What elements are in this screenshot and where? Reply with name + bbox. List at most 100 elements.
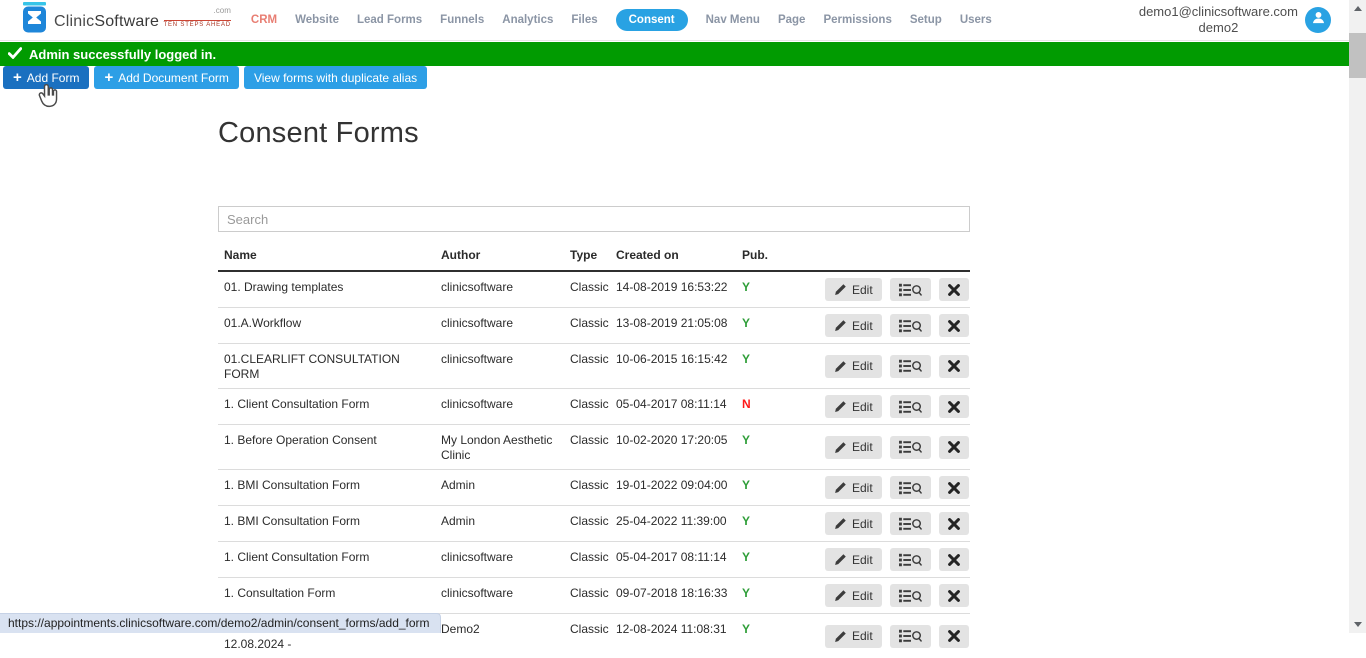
list-search-icon: [899, 359, 922, 373]
search-input[interactable]: [218, 206, 970, 232]
delete-button[interactable]: [939, 476, 969, 499]
logo-suffix: .com: [214, 7, 231, 15]
edit-button-label: Edit: [852, 629, 873, 643]
cell-pub: N: [736, 389, 819, 425]
clinicsoftware-logo[interactable]: ClinicSoftware .com TEN STEPS AHEAD: [22, 2, 231, 38]
x-icon: [948, 441, 960, 453]
delete-button[interactable]: [939, 625, 969, 648]
user-email: demo1@clinicsoftware.com: [1139, 4, 1298, 20]
delete-button[interactable]: [939, 395, 969, 418]
table-row: 1. Consultation Form clinicsoftware Clas…: [218, 578, 970, 614]
edit-button[interactable]: Edit: [825, 548, 882, 571]
cell-actions: Edit: [819, 308, 970, 344]
nav-menu: CRM Website Lead Forms Funnels Analytics File…: [251, 9, 992, 31]
edit-button[interactable]: Edit: [825, 476, 882, 499]
x-icon: [948, 482, 960, 494]
edit-button[interactable]: Edit: [825, 395, 882, 418]
cell-pub: Y: [736, 271, 819, 308]
logo-tagline: TEN STEPS AHEAD: [164, 20, 231, 28]
nav-item-consent[interactable]: Consent: [616, 9, 688, 31]
list-search-icon: [899, 517, 922, 531]
cell-actions: Edit: [819, 542, 970, 578]
nav-item-files[interactable]: Files: [571, 14, 597, 26]
list-search-button[interactable]: [890, 355, 931, 378]
list-search-button[interactable]: [890, 436, 931, 459]
delete-button[interactable]: [939, 355, 969, 378]
edit-button[interactable]: Edit: [825, 278, 882, 301]
triangle-down-icon: [1354, 622, 1362, 627]
edit-button-label: Edit: [852, 589, 873, 603]
plus-icon: +: [13, 70, 22, 85]
scroll-down-button[interactable]: [1349, 616, 1366, 633]
list-search-button[interactable]: [890, 548, 931, 571]
cell-author: Demo2: [435, 614, 564, 658]
delete-button[interactable]: [939, 584, 969, 607]
edit-button[interactable]: Edit: [825, 625, 882, 648]
nav-item-crm[interactable]: CRM: [251, 14, 277, 26]
toolbar: +Add Form+Add Document Form View forms wi…: [3, 66, 427, 89]
edit-button[interactable]: Edit: [825, 314, 882, 337]
edit-button-label: Edit: [852, 553, 873, 567]
list-search-button[interactable]: [890, 512, 931, 535]
list-search-button[interactable]: [890, 314, 931, 337]
list-search-icon: [899, 319, 922, 333]
cell-type: Classic: [564, 344, 610, 389]
x-icon: [948, 401, 960, 413]
pencil-icon: [834, 283, 847, 296]
nav-item-users[interactable]: Users: [960, 14, 992, 26]
list-search-button[interactable]: [890, 395, 931, 418]
nav-item-website[interactable]: Website: [295, 14, 339, 26]
table-row: 1. BMI Consultation Form Admin Classic 2…: [218, 506, 970, 542]
person-icon: [1311, 10, 1326, 30]
view-forms-with-duplicate-alias-button[interactable]: View forms with duplicate alias: [244, 66, 427, 89]
vertical-scrollbar[interactable]: [1349, 0, 1366, 633]
hourglass-icon: [22, 2, 49, 38]
consent-forms-table: NameAuthorTypeCreated onPub. 01. Drawing…: [218, 242, 970, 658]
list-search-button[interactable]: [890, 625, 931, 648]
list-search-button[interactable]: [890, 584, 931, 607]
user-avatar[interactable]: [1305, 7, 1331, 33]
cell-name: 01.CLEARLIFT CONSULTATION FORM: [218, 344, 435, 389]
cell-pub: Y: [736, 470, 819, 506]
nav-item-analytics[interactable]: Analytics: [502, 14, 553, 26]
cell-pub: Y: [736, 425, 819, 470]
cell-pub: Y: [736, 344, 819, 389]
cell-pub: Y: [736, 614, 819, 658]
edit-button[interactable]: Edit: [825, 584, 882, 607]
nav-item-setup[interactable]: Setup: [910, 14, 942, 26]
edit-button-label: Edit: [852, 359, 873, 373]
list-search-button[interactable]: [890, 278, 931, 301]
scroll-up-button[interactable]: [1349, 0, 1366, 17]
x-icon: [948, 590, 960, 602]
x-icon: [948, 554, 960, 566]
list-search-button[interactable]: [890, 476, 931, 499]
delete-button[interactable]: [939, 314, 969, 337]
pencil-icon: [834, 400, 847, 413]
delete-button[interactable]: [939, 278, 969, 301]
logo-text: ClinicSoftware .com TEN STEPS AHEAD: [54, 10, 231, 30]
nav-item-funnels[interactable]: Funnels: [440, 14, 484, 26]
table-row: 1. Client Consultation Form clinicsoftwa…: [218, 542, 970, 578]
nav-item-page[interactable]: Page: [778, 14, 806, 26]
add-document-form-button[interactable]: +Add Document Form: [94, 66, 238, 89]
add-form-button[interactable]: +Add Form: [3, 66, 89, 89]
list-search-icon: [899, 629, 922, 643]
delete-button[interactable]: [939, 548, 969, 571]
cell-type: Classic: [564, 614, 610, 658]
x-icon: [948, 284, 960, 296]
column-header-name: Name: [218, 242, 435, 271]
delete-button[interactable]: [939, 512, 969, 535]
edit-button[interactable]: Edit: [825, 436, 882, 459]
nav-item-permissions[interactable]: Permissions: [823, 14, 891, 26]
nav-item-nav-menu[interactable]: Nav Menu: [706, 14, 760, 26]
edit-button[interactable]: Edit: [825, 512, 882, 535]
cell-actions: Edit: [819, 389, 970, 425]
nav-item-lead-forms[interactable]: Lead Forms: [357, 14, 422, 26]
table-row: 01.CLEARLIFT CONSULTATION FORM clinicsof…: [218, 344, 970, 389]
alert-message: Admin successfully logged in.: [29, 47, 216, 62]
edit-button[interactable]: Edit: [825, 355, 882, 378]
delete-button[interactable]: [939, 436, 969, 459]
scrollbar-thumb[interactable]: [1349, 33, 1366, 78]
cell-author: Admin: [435, 506, 564, 542]
cell-author: clinicsoftware: [435, 308, 564, 344]
